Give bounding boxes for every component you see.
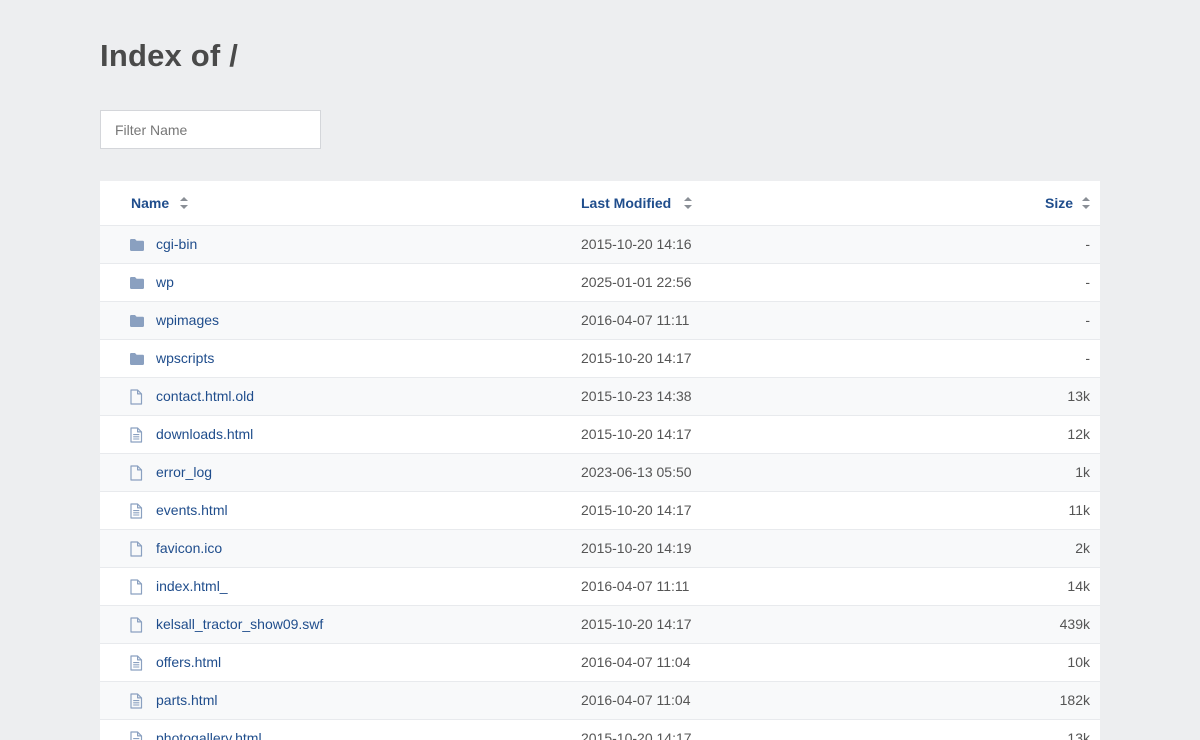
size-header-label: Size: [1044, 195, 1073, 211]
table-row: wp 2025-01-01 22:56 -: [100, 263, 1100, 301]
last-modified-cell: 2015-10-20 14:19: [581, 540, 692, 556]
name-header-label: Name: [131, 195, 170, 211]
sort-by-size-header[interactable]: Size: [1045, 181, 1090, 225]
table-row: contact.html.old 2015-10-23 14:38 13k: [100, 377, 1100, 415]
page-title: Index of /: [100, 38, 239, 73]
file-icon: [129, 541, 144, 557]
table-row: wpimages 2016-04-07 11:11 -: [100, 301, 1100, 339]
sort-arrows-icon: [180, 197, 189, 209]
last-modified-cell: 2015-10-23 14:38: [581, 388, 692, 404]
filter-name-input[interactable]: [100, 110, 321, 149]
file-name-link[interactable]: wpscripts: [156, 340, 214, 377]
table-row: error_log 2023-06-13 05:50 1k: [100, 453, 1100, 491]
modified-header-label: Last Modified: [581, 195, 672, 211]
last-modified-cell: 2023-06-13 05:50: [581, 464, 692, 480]
file-name-link[interactable]: contact.html.old: [156, 378, 254, 415]
last-modified-cell: 2015-10-20 14:16: [581, 236, 692, 252]
table-row: parts.html 2016-04-07 11:04 182k: [100, 681, 1100, 719]
table-row: offers.html 2016-04-07 11:04 10k: [100, 643, 1100, 681]
file-icon: [129, 617, 144, 633]
size-cell: 11k: [1068, 502, 1090, 518]
table-row: kelsall_tractor_show09.swf 2015-10-20 14:…: [100, 605, 1100, 643]
size-cell: 1k: [1075, 464, 1090, 480]
file-name-link[interactable]: wp: [156, 264, 174, 301]
file-name-link[interactable]: index.html_: [156, 568, 228, 605]
size-cell: 439k: [1059, 616, 1090, 632]
folder-icon: [129, 237, 144, 253]
folder-icon: [129, 275, 144, 291]
file-name-link[interactable]: offers.html: [156, 644, 221, 681]
table-header: Name Last Modified Size: [100, 181, 1100, 225]
sort-arrows-icon: [684, 197, 693, 209]
size-cell: 12k: [1067, 426, 1090, 442]
file-icon: [129, 389, 144, 405]
table-row: events.html 2015-10-20 14:17 11k: [100, 491, 1100, 529]
table-row: cgi-bin 2015-10-20 14:16 -: [100, 225, 1100, 263]
file-table: Name Last Modified Size cgi-bin 2015-10-2…: [100, 181, 1100, 740]
document-icon: [129, 503, 144, 519]
folder-icon: [129, 313, 144, 329]
last-modified-cell: 2016-04-07 11:04: [581, 654, 691, 670]
last-modified-cell: 2015-10-20 14:17: [581, 350, 692, 366]
folder-icon: [129, 351, 144, 367]
document-icon: [129, 655, 144, 671]
file-name-link[interactable]: downloads.html: [156, 416, 253, 453]
size-cell: -: [1085, 274, 1090, 290]
size-cell: 2k: [1075, 540, 1090, 556]
document-icon: [129, 427, 144, 443]
file-name-link[interactable]: wpimages: [156, 302, 219, 339]
size-cell: 13k: [1067, 388, 1090, 404]
table-row: favicon.ico 2015-10-20 14:19 2k: [100, 529, 1100, 567]
table-body: cgi-bin 2015-10-20 14:16 - wp 2025-01-01 22:…: [100, 225, 1100, 740]
table-row: downloads.html 2015-10-20 14:17 12k: [100, 415, 1100, 453]
size-cell: 13k: [1067, 730, 1090, 740]
last-modified-cell: 2015-10-20 14:17: [581, 616, 692, 632]
last-modified-cell: 2015-10-20 14:17: [581, 502, 692, 518]
last-modified-cell: 2016-04-07 11:11: [581, 578, 690, 594]
last-modified-cell: 2016-04-07 11:04: [581, 692, 691, 708]
document-icon: [129, 693, 144, 709]
file-name-link[interactable]: events.html: [156, 492, 228, 529]
table-row: index.html_ 2016-04-07 11:11 14k: [100, 567, 1100, 605]
size-cell: -: [1085, 312, 1090, 328]
directory-listing-page: Index of / Name Last Modified Size cgi-b…: [0, 0, 1200, 740]
file-name-link[interactable]: photogallery.html: [156, 720, 262, 740]
table-row: wpscripts 2015-10-20 14:17 -: [100, 339, 1100, 377]
file-name-link[interactable]: favicon.ico: [156, 530, 222, 567]
sort-by-modified-header[interactable]: Last Modified: [581, 181, 693, 225]
table-row: photogallery.html 2015-10-20 14:17 13k: [100, 719, 1100, 740]
last-modified-cell: 2016-04-07 11:11: [581, 312, 690, 328]
file-name-link[interactable]: parts.html: [156, 682, 217, 719]
size-cell: 182k: [1059, 692, 1090, 708]
file-icon: [129, 579, 144, 595]
file-icon: [129, 465, 144, 481]
size-cell: -: [1085, 236, 1090, 252]
sort-by-name-header[interactable]: Name: [131, 181, 189, 225]
file-name-link[interactable]: cgi-bin: [156, 226, 197, 263]
last-modified-cell: 2015-10-20 14:17: [581, 426, 692, 442]
file-name-link[interactable]: kelsall_tractor_show09.swf: [156, 606, 323, 643]
size-cell: -: [1085, 350, 1090, 366]
size-cell: 14k: [1067, 578, 1090, 594]
last-modified-cell: 2015-10-20 14:17: [581, 730, 692, 740]
last-modified-cell: 2025-01-01 22:56: [581, 274, 692, 290]
sort-arrows-icon: [1082, 197, 1090, 209]
document-icon: [129, 731, 144, 740]
file-name-link[interactable]: error_log: [156, 454, 212, 491]
size-cell: 10k: [1067, 654, 1090, 670]
